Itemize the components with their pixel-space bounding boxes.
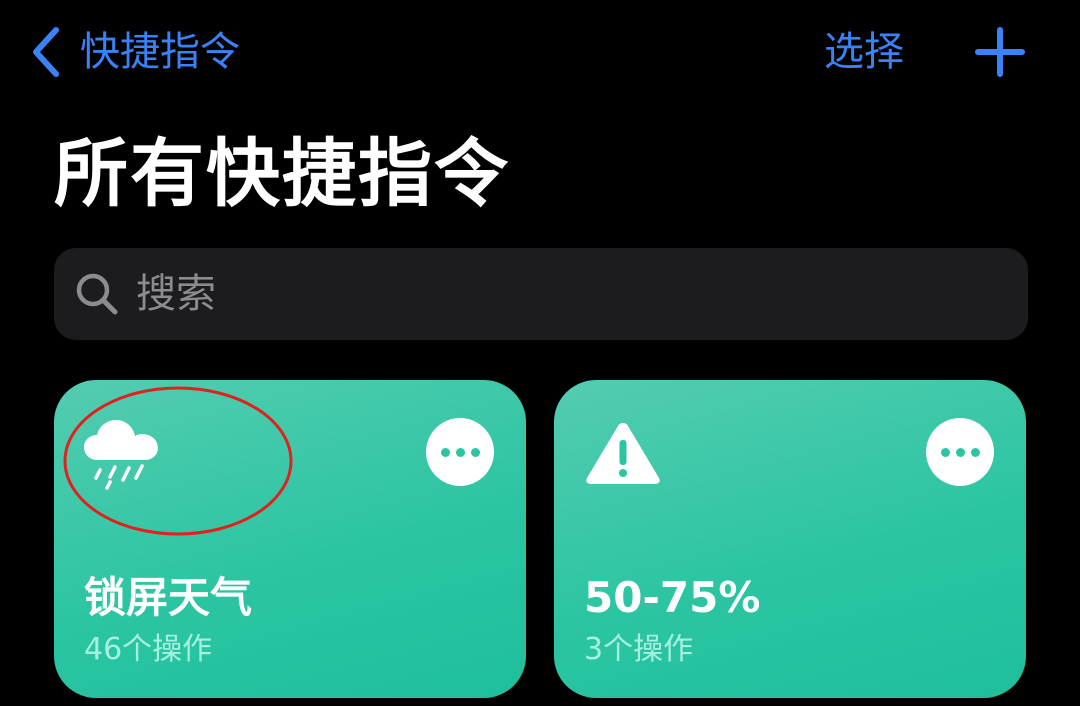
shortcut-card-battery-range[interactable]: 50-75% 3个操作 [554,380,1026,698]
back-button-label: 快捷指令 [80,29,240,75]
warning-triangle-icon [584,420,662,486]
ellipsis-dot [470,447,480,457]
ellipsis-dot [955,447,965,457]
cloud-rain-icon [82,418,162,490]
ellipsis-dot [455,447,465,457]
search-bar[interactable] [54,248,1028,340]
add-shortcut-button[interactable] [972,24,1028,80]
search-input[interactable] [134,263,1028,325]
search-icon [76,273,118,315]
ellipsis-dot [970,447,980,457]
shortcut-card-lock-screen-weather[interactable]: 锁屏天气 46个操作 [54,380,526,698]
shortcuts-screen: 快捷指令 选择 所有快捷指令 搜索 锁屏天气 46个操作 50-75% 3个操作 [0,0,1080,706]
chevron-left-icon [33,27,59,77]
card-title: 锁屏天气 [84,573,253,622]
card-more-button[interactable] [426,418,494,486]
plus-icon [975,27,1025,77]
ellipsis-icon [440,447,450,457]
select-button[interactable]: 选择 [824,24,904,80]
card-action-count: 46个操作 [84,632,213,667]
page-title: 所有快捷指令 [54,131,510,217]
card-more-button[interactable] [926,418,994,486]
back-button[interactable]: 快捷指令 [30,24,240,80]
card-action-count: 3个操作 [584,632,694,667]
ellipsis-icon [940,447,950,457]
card-title: 50-75% [584,573,761,622]
